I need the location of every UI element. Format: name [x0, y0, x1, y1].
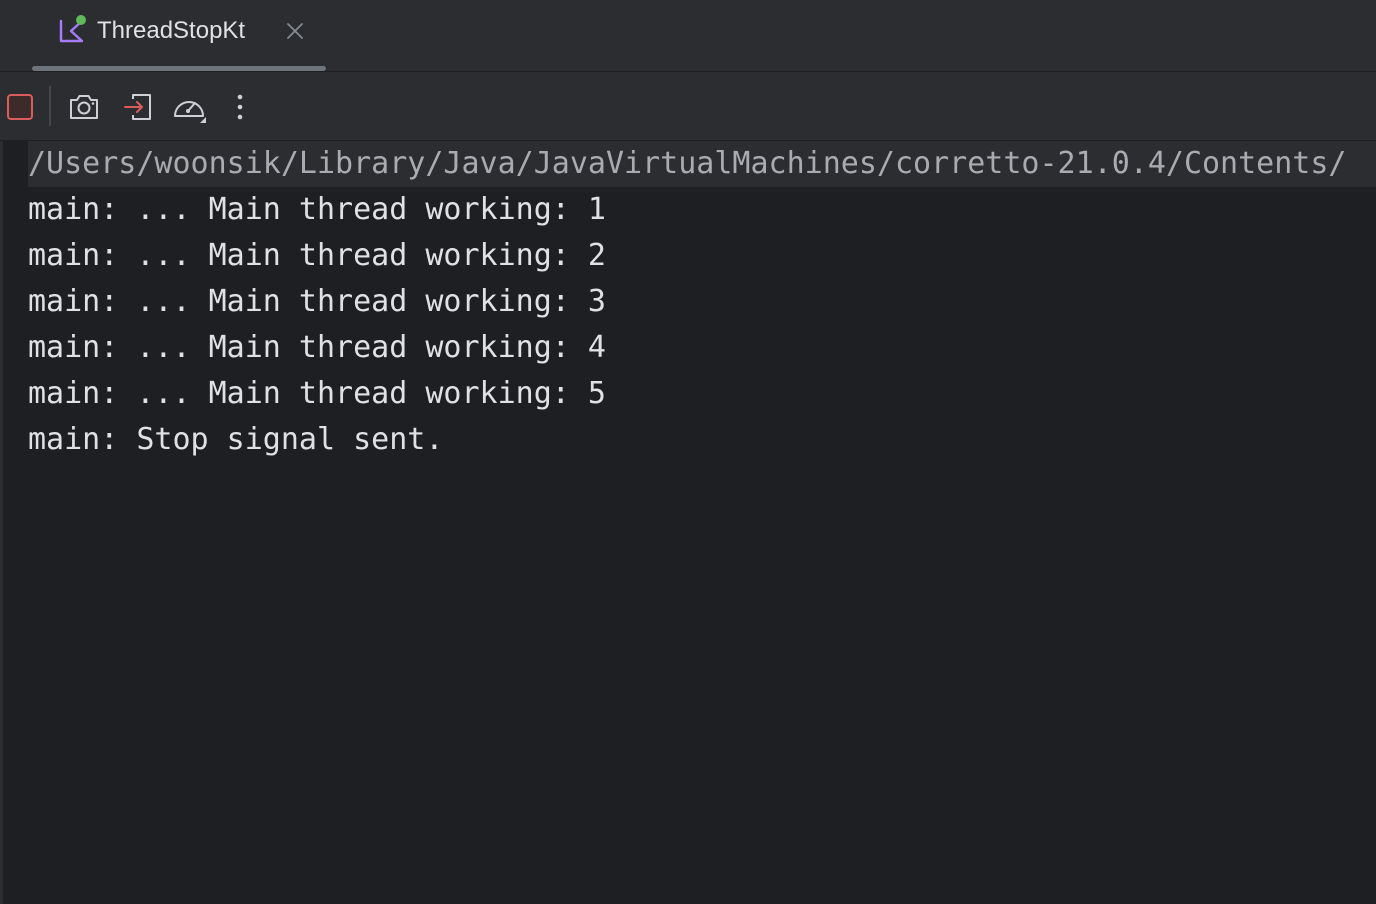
- kotlin-run-config-icon: [58, 14, 88, 46]
- console-line: main: Stop signal sent.: [28, 422, 444, 457]
- more-vertical-icon[interactable]: [222, 89, 258, 125]
- run-tab-bar: ThreadStopKt: [0, 0, 1376, 72]
- console-line: main: ... Main thread working: 1: [28, 192, 606, 227]
- close-icon[interactable]: [284, 20, 306, 42]
- tab-title: ThreadStopKt: [97, 17, 246, 44]
- console-line: main: ... Main thread working: 3: [28, 284, 606, 319]
- console-gutter: [0, 141, 3, 904]
- stop-icon[interactable]: [2, 89, 38, 125]
- console-output[interactable]: /Users/woonsik/Library/Java/JavaVirtualM…: [0, 141, 1376, 904]
- exit-icon[interactable]: [120, 89, 156, 125]
- console-line: main: ... Main thread working: 2: [28, 238, 606, 273]
- active-tab-indicator: [32, 66, 326, 71]
- camera-icon[interactable]: [66, 89, 102, 125]
- speedometer-icon[interactable]: [170, 89, 206, 125]
- console-line: main: ... Main thread working: 4: [28, 330, 606, 365]
- command-line: /Users/woonsik/Library/Java/JavaVirtualM…: [28, 141, 1376, 187]
- console-line: main: ... Main thread working: 5: [28, 376, 606, 411]
- toolbar-separator: [49, 86, 51, 126]
- tab-threadstopkt[interactable]: ThreadStopKt: [32, 0, 326, 71]
- run-tool-window: ThreadStopKt /Users/woonsik/Library/Java…: [0, 0, 1376, 904]
- run-toolbar: [0, 72, 1376, 141]
